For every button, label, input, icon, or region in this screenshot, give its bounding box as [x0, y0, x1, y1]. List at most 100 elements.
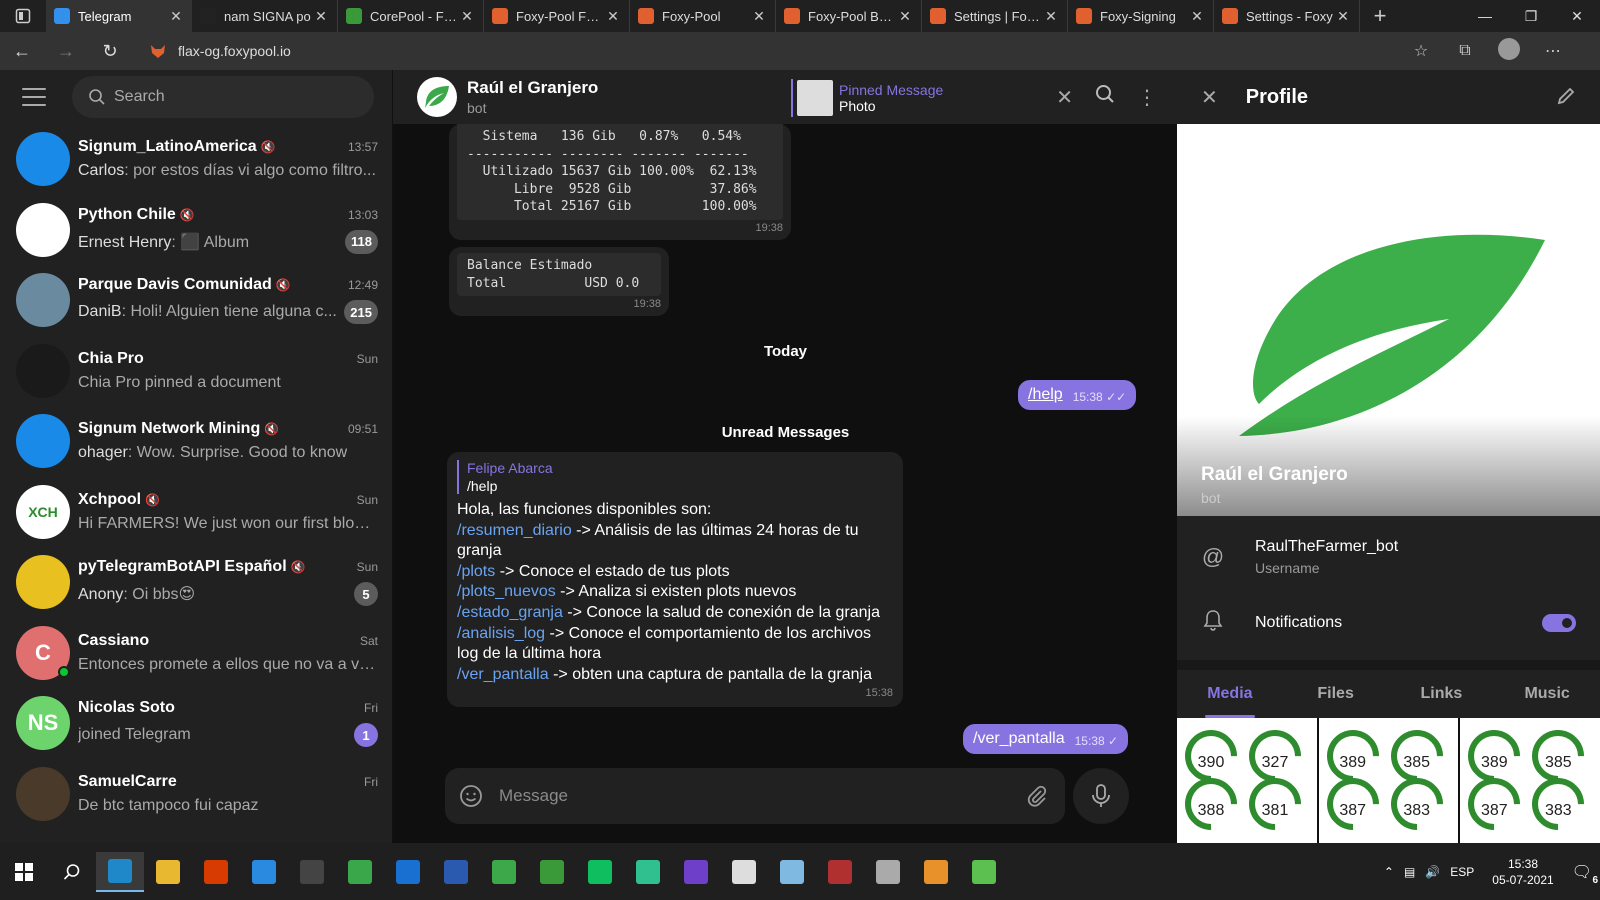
- url-field[interactable]: flax-og.foxypool.io: [138, 36, 1388, 66]
- favorites-icon[interactable]: ☆: [1406, 41, 1436, 61]
- search-chat-icon[interactable]: [1095, 84, 1115, 110]
- command-link[interactable]: /estado_granja: [457, 604, 563, 621]
- taskbar-app[interactable]: [960, 852, 1008, 892]
- chat-list-item[interactable]: Signum Network Mining 🔇 09:51 ohager: Wow.…: [0, 406, 392, 477]
- taskbar-app[interactable]: [288, 852, 336, 892]
- browser-tab[interactable]: Foxy-Pool FLAX ✕: [484, 0, 630, 32]
- notifications-row[interactable]: Notifications: [1177, 592, 1600, 654]
- close-profile-icon[interactable]: ✕: [1201, 85, 1218, 110]
- collections-icon[interactable]: ⧉: [1450, 42, 1480, 60]
- taskbar-app[interactable]: [192, 852, 240, 892]
- media-thumbnail[interactable]: 390 327 388 381: [1177, 718, 1317, 843]
- taskbar-app[interactable]: [384, 852, 432, 892]
- close-tab-icon[interactable]: ✕: [1335, 8, 1351, 25]
- minimize-button[interactable]: —: [1462, 0, 1508, 32]
- message-composer[interactable]: Message: [445, 768, 1065, 824]
- command-link[interactable]: /help: [1028, 386, 1063, 404]
- chat-list-item[interactable]: XCH Xchpool 🔇 Sun Hi FARMERS! We just won …: [0, 477, 392, 548]
- volume-icon[interactable]: 🔊: [1425, 865, 1440, 879]
- chat-list-item[interactable]: C Cassiano Sat Entonces promete a ellos q…: [0, 618, 392, 689]
- browser-tab[interactable]: Telegram ✕: [46, 0, 192, 32]
- taskbar-search-icon[interactable]: [48, 852, 96, 892]
- chat-list-item[interactable]: pyTelegramBotAPI Español 🔇 Sun Anony: Oi b…: [0, 547, 392, 618]
- media-thumbnail[interactable]: 389 385 387 383: [1460, 718, 1600, 843]
- command-link[interactable]: /plots: [457, 563, 495, 580]
- media-thumbnail[interactable]: 389 385 387 383: [1318, 718, 1459, 843]
- edit-icon[interactable]: [1556, 86, 1576, 111]
- forward-button[interactable]: →: [44, 41, 88, 62]
- microphone-button[interactable]: [1073, 768, 1129, 824]
- pinned-message[interactable]: Pinned Message Photo: [791, 79, 943, 117]
- notification-center-icon[interactable]: 🗨 6: [1572, 862, 1598, 886]
- clock[interactable]: 15:38 05-07-2021: [1492, 856, 1553, 888]
- taskbar-app[interactable]: [144, 852, 192, 892]
- taskbar-app[interactable]: [720, 852, 768, 892]
- back-button[interactable]: ←: [0, 41, 44, 62]
- taskbar-app[interactable]: [672, 852, 720, 892]
- taskbar-app[interactable]: [240, 852, 288, 892]
- message-input[interactable]: Message: [499, 786, 1025, 806]
- taskbar-app[interactable]: [96, 851, 144, 892]
- profile-tab[interactable]: Media: [1177, 670, 1283, 718]
- tab-actions-icon[interactable]: [0, 0, 46, 32]
- chat-list-item[interactable]: NS Nicolas Soto Fri joined Telegram 1: [0, 688, 392, 759]
- close-tab-icon[interactable]: ✕: [605, 8, 621, 25]
- language-indicator[interactable]: ESP: [1450, 865, 1474, 879]
- taskbar-app[interactable]: [912, 852, 960, 892]
- command-link[interactable]: /plots_nuevos: [457, 583, 556, 600]
- profile-photo[interactable]: Raúl el Granjero bot: [1177, 124, 1600, 516]
- taskbar-app[interactable]: [528, 852, 576, 892]
- taskbar-app[interactable]: [336, 852, 384, 892]
- profile-tab[interactable]: Links: [1389, 670, 1495, 718]
- chat-list-item[interactable]: Chia Pro Sun Chia Pro pinned a document: [0, 336, 392, 407]
- command-link[interactable]: /analisis_log: [457, 625, 545, 642]
- chat-list-item[interactable]: Parque Davis Comunidad 🔇 12:49 DaniB: Holi…: [0, 265, 392, 336]
- browser-tab[interactable]: Settings - Foxy ✕: [1214, 0, 1360, 32]
- close-tab-icon[interactable]: ✕: [1189, 8, 1205, 25]
- search-input[interactable]: Search: [72, 76, 374, 118]
- network-icon[interactable]: ▤: [1404, 865, 1415, 879]
- show-hidden-icons[interactable]: ⌃: [1384, 865, 1394, 879]
- close-tab-icon[interactable]: ✕: [459, 8, 475, 25]
- more-options-icon[interactable]: ⋯: [1538, 41, 1568, 61]
- command-link[interactable]: /ver_pantalla: [457, 666, 549, 683]
- new-tab-button[interactable]: +: [1360, 0, 1400, 32]
- close-tab-icon[interactable]: ✕: [751, 8, 767, 25]
- browser-tab[interactable]: Foxy-Pool BHD ✕: [776, 0, 922, 32]
- close-tab-icon[interactable]: ✕: [1043, 8, 1059, 25]
- taskbar-app[interactable]: [864, 852, 912, 892]
- profile-tab[interactable]: Files: [1283, 670, 1389, 718]
- start-button[interactable]: [0, 852, 48, 892]
- close-tab-icon[interactable]: ✕: [313, 8, 329, 25]
- taskbar-app[interactable]: [816, 852, 864, 892]
- refresh-button[interactable]: ↻: [88, 41, 132, 62]
- taskbar-app[interactable]: [480, 852, 528, 892]
- more-icon[interactable]: ⋮: [1137, 85, 1157, 110]
- browser-tab[interactable]: nam SIGNA po ✕: [192, 0, 338, 32]
- taskbar-app[interactable]: [576, 852, 624, 892]
- chat-list-item[interactable]: Signum_LatinoAmerica 🔇 13:57 Carlos: por e…: [0, 124, 392, 195]
- chat-list-item[interactable]: Python Chile 🔇 13:03 Ernest Henry: ⬛ Album…: [0, 195, 392, 266]
- emoji-icon[interactable]: [459, 784, 483, 808]
- close-tab-icon[interactable]: ✕: [897, 8, 913, 25]
- chat-header[interactable]: Raúl el Granjero bot Pinned Message Phot…: [393, 70, 1177, 124]
- browser-tab[interactable]: Foxy-Pool ✕: [630, 0, 776, 32]
- menu-icon[interactable]: [22, 88, 46, 106]
- taskbar-app[interactable]: [624, 852, 672, 892]
- close-pinned-icon[interactable]: ✕: [1056, 85, 1073, 110]
- browser-tab[interactable]: Settings | Foxy- ✕: [922, 0, 1068, 32]
- username-row[interactable]: @ RaulTheFarmer_bot Username: [1177, 522, 1600, 592]
- restore-button[interactable]: ❐: [1508, 0, 1554, 32]
- attach-icon[interactable]: [1025, 784, 1049, 808]
- chat-list-item[interactable]: SamuelCarre Fri De btc tampoco fui capaz: [0, 759, 392, 830]
- reply-preview[interactable]: Felipe Abarca /help: [457, 460, 893, 494]
- close-tab-icon[interactable]: ✕: [168, 8, 184, 25]
- notifications-toggle[interactable]: [1542, 614, 1576, 632]
- profile-tab[interactable]: Music: [1494, 670, 1600, 718]
- command-link[interactable]: /resumen_diario: [457, 522, 572, 539]
- close-window-button[interactable]: ✕: [1554, 0, 1600, 32]
- browser-tab[interactable]: Foxy-Signing ✕: [1068, 0, 1214, 32]
- browser-tab[interactable]: CorePool - Farm ✕: [338, 0, 484, 32]
- profile-avatar[interactable]: [1494, 37, 1524, 65]
- taskbar-app[interactable]: [768, 852, 816, 892]
